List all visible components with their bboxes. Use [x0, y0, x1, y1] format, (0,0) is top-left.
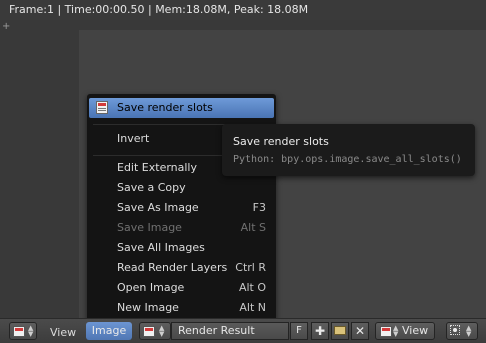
menu-item-save-all-images[interactable]: Save All Images	[89, 238, 274, 258]
plus-icon: ✚	[314, 324, 326, 338]
menu-item-new-image[interactable]: New Image Alt N	[89, 298, 274, 318]
browse-image-button[interactable]: ▲ ▼	[139, 322, 171, 340]
close-icon: ✕	[354, 324, 366, 338]
menu-item-save-as-image[interactable]: Save As Image F3	[89, 198, 274, 218]
open-image-button[interactable]	[331, 322, 349, 340]
menu-item-save-a-copy[interactable]: Save a Copy	[89, 178, 274, 198]
view-menu[interactable]: View	[50, 326, 76, 339]
image-name-field[interactable]: Render Result	[171, 322, 289, 340]
view-mode-icon	[380, 326, 392, 337]
chevron-updown-icon: ▲ ▼	[159, 324, 165, 338]
editor-type-button[interactable]: ▲ ▼	[9, 322, 37, 340]
status-bar: Frame:1 | Time:00:00.50 | Mem:18.08M, Pe…	[0, 0, 486, 20]
pivot-point-button[interactable]: ▲ ▼	[446, 322, 478, 340]
render-slots-icon	[96, 101, 108, 114]
tool-shelf-edge[interactable]	[0, 20, 14, 318]
image-editor-header: ▲ ▼ View Image ▲ ▼ Render Result F ✚ ✕ ▲ ▼ …	[0, 318, 486, 343]
menu-item-read-render-layers[interactable]: Read Render Layers Ctrl R	[89, 258, 274, 278]
pivot-dot-icon	[453, 328, 457, 332]
menu-item-save-image: Save Image Alt S	[117, 221, 266, 234]
image-browse-icon	[143, 326, 155, 337]
menu-item-save-render-slots[interactable]: Save render slots	[89, 98, 274, 118]
chevron-updown-icon: ▲ ▼	[393, 324, 399, 338]
status-text: Frame:1 | Time:00:00.50 | Mem:18.08M, Pe…	[9, 3, 309, 16]
menu-item-open-image[interactable]: Open Image Alt O	[89, 278, 274, 298]
expand-toolshelf-icon[interactable]: +	[2, 22, 10, 32]
unlink-image-button[interactable]: ✕	[351, 322, 369, 340]
image-editor-icon	[13, 326, 25, 337]
chevron-updown-icon: ▲ ▼	[28, 324, 34, 338]
new-image-button[interactable]: ✚	[311, 322, 329, 340]
folder-icon	[334, 326, 346, 335]
fake-user-button[interactable]: F	[290, 322, 308, 340]
tooltip-title: Save render slots	[233, 135, 329, 148]
image-menu[interactable]: Image	[86, 322, 132, 340]
chevron-updown-icon: ▲ ▼	[466, 324, 472, 338]
view-mode-label: View	[402, 324, 429, 337]
view-mode-select[interactable]: ▲ ▼ View	[375, 322, 435, 340]
tooltip: Save render slots Python: bpy.ops.image.…	[222, 124, 475, 176]
tooltip-python: Python: bpy.ops.image.save_all_slots()	[233, 154, 462, 165]
